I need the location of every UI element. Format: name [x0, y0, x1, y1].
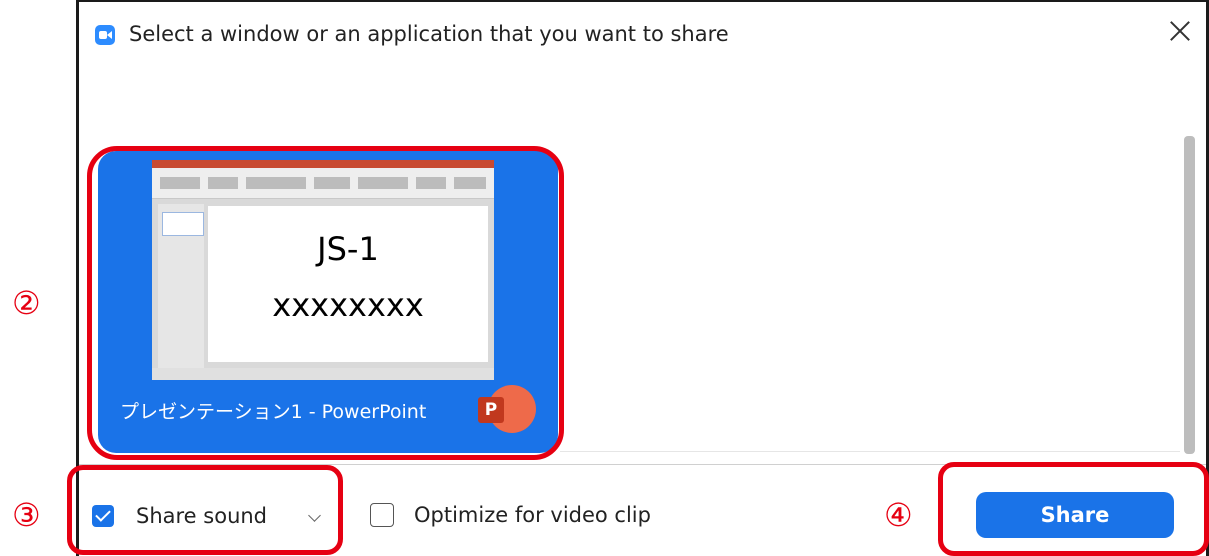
annotation-highlight-sound — [67, 465, 343, 555]
optimize-video-label[interactable]: Optimize for video clip — [414, 503, 651, 527]
annotation-number-4: ④ — [884, 496, 913, 534]
scrollbar-thumb[interactable] — [1184, 136, 1195, 454]
annotation-highlight-app — [87, 146, 564, 460]
zoom-icon — [95, 25, 115, 45]
dialog-title: Select a window or an application that y… — [129, 22, 729, 46]
optimize-video-checkbox[interactable] — [370, 503, 394, 527]
title-bar: Select a window or an application that y… — [79, 2, 1206, 60]
divider — [560, 451, 1180, 452]
annotation-number-3: ③ — [12, 496, 41, 534]
close-icon[interactable] — [1167, 18, 1193, 44]
annotation-highlight-share — [938, 462, 1209, 556]
annotation-number-2: ② — [12, 284, 41, 322]
